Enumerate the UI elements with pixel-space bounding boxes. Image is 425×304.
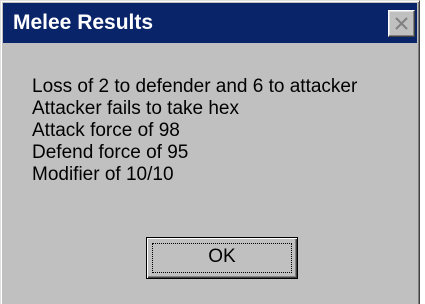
title-bar[interactable]: Melee Results bbox=[3, 3, 417, 43]
message-line-defend-force: Defend force of 95 bbox=[32, 142, 189, 163]
message-line-attack-force: Attack force of 98 bbox=[32, 120, 180, 141]
melee-results-dialog: Melee Results Loss of 2 to defender and … bbox=[0, 0, 420, 304]
message-line-hex-result: Attacker fails to take hex bbox=[32, 98, 239, 119]
ok-button-label: OK bbox=[208, 246, 236, 267]
message-line-modifier: Modifier of 10/10 bbox=[32, 164, 174, 185]
ok-button[interactable]: OK bbox=[146, 237, 298, 279]
close-button[interactable] bbox=[388, 10, 415, 37]
message-line-losses: Loss of 2 to defender and 6 to attacker bbox=[32, 76, 358, 97]
message-text: Loss of 2 to defender and 6 to attacker … bbox=[32, 76, 357, 186]
window-title: Melee Results bbox=[13, 11, 154, 34]
close-icon bbox=[395, 17, 408, 30]
